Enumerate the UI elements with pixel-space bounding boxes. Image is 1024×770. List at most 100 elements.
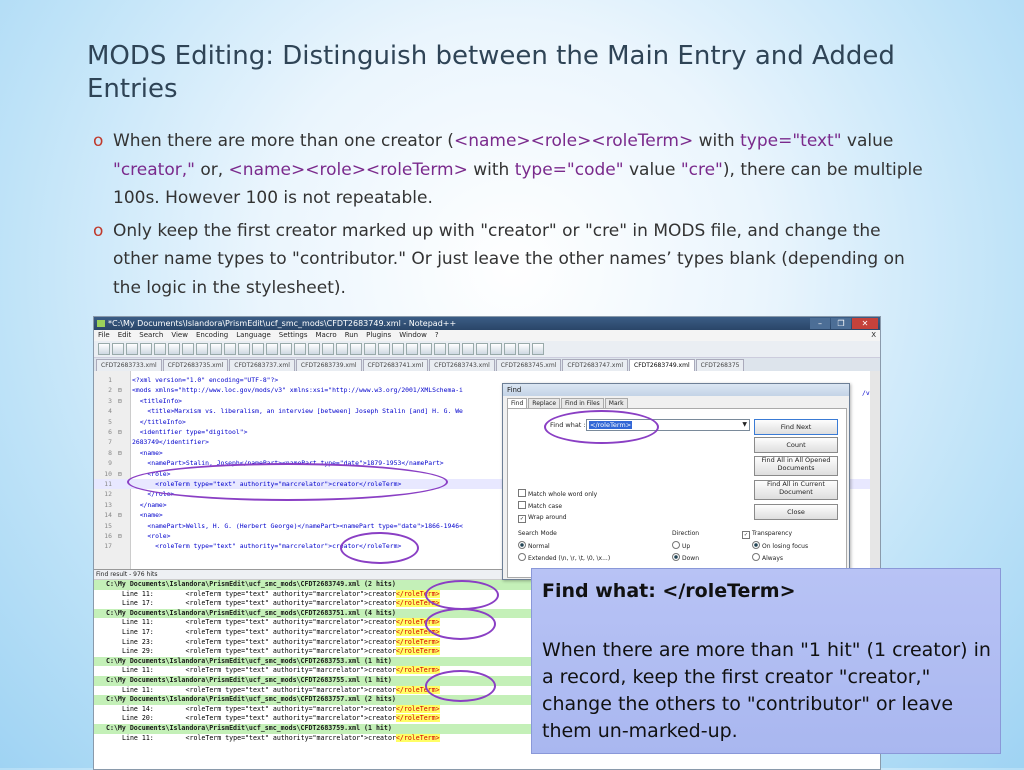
transparency-checkbox[interactable]: ✓ Transparency — [742, 529, 792, 539]
line-number: 2 — [108, 386, 112, 395]
on-losing-focus-radio[interactable]: On losing focus — [752, 541, 808, 551]
find-all-open-docs-button[interactable]: Find All in All Opened Documents — [754, 456, 838, 476]
match-whole-word-checkbox[interactable]: Match whole word only — [518, 489, 597, 499]
menu-item-encoding[interactable]: Encoding — [196, 330, 228, 341]
menu-item-[interactable]: ? — [435, 330, 439, 341]
toolbar-button-icon[interactable] — [280, 343, 292, 355]
fold-marker-icon[interactable]: ⊟ — [118, 531, 122, 541]
maximize-button[interactable]: ❐ — [831, 318, 851, 329]
fold-marker-icon[interactable]: ⊟ — [118, 510, 122, 520]
fold-marker-icon[interactable]: ⊟ — [118, 427, 122, 437]
transparency-label: Transparency — [752, 530, 793, 537]
toolbar-button-icon[interactable] — [154, 343, 166, 355]
menu-item-settings[interactable]: Settings — [279, 330, 308, 341]
toolbar-button-icon[interactable] — [518, 343, 530, 355]
toolbar-button-icon[interactable] — [420, 343, 432, 355]
toolbar-button-icon[interactable] — [210, 343, 222, 355]
callout-body: When there are more than "1 hit" (1 crea… — [542, 639, 991, 742]
toolbar-button-icon[interactable] — [112, 343, 124, 355]
tab-cfdt2683733-xml[interactable]: CFDT2683733.xml — [96, 359, 162, 371]
find-tab-mark[interactable]: Mark — [604, 398, 628, 408]
fold-marker-icon[interactable]: ⊟ — [118, 448, 122, 458]
toolbar-button-icon[interactable] — [98, 343, 110, 355]
tab-cfdt2683739-xml[interactable]: CFDT2683739.xml — [295, 359, 362, 371]
menu-item-edit[interactable]: Edit — [118, 330, 132, 341]
toolbar-button-icon[interactable] — [350, 343, 362, 355]
fold-marker-icon[interactable]: ⊟ — [118, 385, 122, 395]
toolbar-button-icon[interactable] — [140, 343, 152, 355]
tab-cfdt2683745-xml[interactable]: CFDT2683745.xml — [495, 359, 562, 371]
toolbar-button-icon[interactable] — [434, 343, 446, 355]
mode-extended-radio[interactable]: Extended (\n, \r, \t, \0, \x...) — [518, 553, 610, 563]
dropdown-arrow-icon[interactable]: ▼ — [742, 420, 747, 430]
menu-close-icon[interactable]: X — [871, 330, 876, 341]
find-next-button[interactable]: Find Next — [754, 419, 838, 435]
line-number: 5 — [108, 417, 112, 426]
direction-up-radio[interactable]: Up — [672, 541, 690, 551]
code-text: </name> — [132, 500, 167, 509]
toolbar-button-icon[interactable] — [238, 343, 250, 355]
radio-icon — [752, 553, 760, 561]
window-titlebar[interactable]: *C:\My Documents\Islandora\PrismEdit\ucf… — [94, 317, 880, 330]
menu-item-language[interactable]: Language — [236, 330, 271, 341]
toolbar-button-icon[interactable] — [462, 343, 474, 355]
toolbar-button-icon[interactable] — [266, 343, 278, 355]
menu-item-run[interactable]: Run — [345, 330, 358, 341]
toolbar-button-icon[interactable] — [490, 343, 502, 355]
result-line-text: Line 11: <roleTerm type="text" authority… — [122, 733, 396, 742]
annotation-ellipse-find-what — [544, 410, 659, 444]
toolbar-button-icon[interactable] — [448, 343, 460, 355]
tab-cfdt268375[interactable]: CFDT268375 — [695, 359, 745, 371]
menu-item-window[interactable]: Window — [399, 330, 427, 341]
toolbar-button-icon[interactable] — [476, 343, 488, 355]
find-tab-replace[interactable]: Replace — [528, 398, 561, 408]
close-find-button[interactable]: Close — [754, 504, 838, 520]
toolbar-button-icon[interactable] — [392, 343, 404, 355]
toolbar-button-icon[interactable] — [308, 343, 320, 355]
find-dialog: Find Find Replace Find in Files Mark Find w… — [502, 383, 850, 580]
tab-cfdt2683749-xml[interactable]: CFDT2683749.xml — [629, 359, 695, 371]
toolbar-button-icon[interactable] — [294, 343, 306, 355]
toolbar-button-icon[interactable] — [322, 343, 334, 355]
wrap-around-checkbox[interactable]: ✓ Wrap around — [518, 513, 567, 523]
menu-item-macro[interactable]: Macro — [316, 330, 337, 341]
toolbar-button-icon[interactable] — [252, 343, 264, 355]
direction-down-radio[interactable]: Down — [672, 553, 699, 563]
always-radio[interactable]: Always — [752, 553, 783, 563]
close-button[interactable]: ✕ — [852, 318, 878, 329]
menu-item-file[interactable]: File — [98, 330, 110, 341]
tab-cfdt2683735-xml[interactable]: CFDT2683735.xml — [162, 359, 229, 371]
fold-marker-icon[interactable]: ⊟ — [118, 396, 122, 406]
fold-marker-icon[interactable]: ⊟ — [118, 469, 122, 479]
toolbar-button-icon[interactable] — [406, 343, 418, 355]
menu-item-plugins[interactable]: Plugins — [366, 330, 391, 341]
tab-cfdt2683741-xml[interactable]: CFDT2683741.xml — [362, 359, 429, 371]
menu-item-view[interactable]: View — [171, 330, 188, 341]
checked-icon: ✓ — [518, 515, 526, 523]
toolbar-button-icon[interactable] — [224, 343, 236, 355]
mode-normal-radio[interactable]: Normal — [518, 541, 550, 551]
bullet-1-text-a: When there are more than one creator ( — [113, 131, 454, 151]
toolbar-button-icon[interactable] — [336, 343, 348, 355]
menu-item-search[interactable]: Search — [139, 330, 163, 341]
toolbar-button-icon[interactable] — [378, 343, 390, 355]
find-tab-find-in-files[interactable]: Find in Files — [561, 398, 604, 408]
toolbar-button-icon[interactable] — [126, 343, 138, 355]
tab-cfdt2683743-xml[interactable]: CFDT2683743.xml — [429, 359, 495, 371]
minimize-button[interactable]: – — [810, 318, 830, 329]
toolbar-button-icon[interactable] — [532, 343, 544, 355]
match-case-checkbox[interactable]: Match case — [518, 501, 562, 511]
tab-cfdt2683747-xml[interactable]: CFDT2683747.xml — [562, 359, 628, 371]
toolbar-button-icon[interactable] — [168, 343, 180, 355]
find-all-current-doc-button[interactable]: Find All in Current Document — [754, 480, 838, 500]
toolbar-button-icon[interactable] — [196, 343, 208, 355]
toolbar-button-icon[interactable] — [504, 343, 516, 355]
find-tab-find[interactable]: Find — [507, 398, 528, 408]
code-text: <titleInfo> — [132, 396, 183, 405]
count-button[interactable]: Count — [754, 437, 838, 453]
toolbar-button-icon[interactable] — [364, 343, 376, 355]
window-title: *C:\My Documents\Islandora\PrismEdit\ucf… — [108, 319, 457, 328]
find-dialog-title[interactable]: Find — [503, 384, 849, 396]
tab-cfdt2683737-xml[interactable]: CFDT2683737.xml — [229, 359, 295, 371]
toolbar-button-icon[interactable] — [182, 343, 194, 355]
